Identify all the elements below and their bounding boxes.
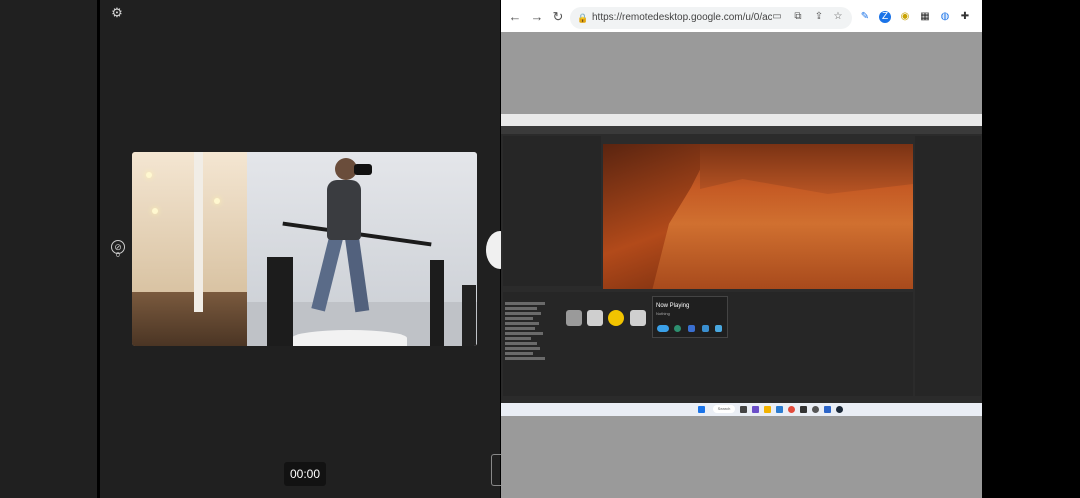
screenshot-icon[interactable]: ⧉ [792,11,804,23]
app-icon[interactable] [800,406,807,413]
video-feed [132,152,477,346]
weather-widget[interactable] [507,404,527,414]
share-icon[interactable]: ⇪ [813,11,825,23]
treadmill-platform [292,330,407,346]
reload-icon[interactable]: ↻ [551,10,565,24]
ceiling-lamp [214,198,220,204]
prefab-icon[interactable] [630,310,646,326]
puzzle-icon[interactable]: ✚ [959,11,971,23]
cloud-icon[interactable] [657,325,669,332]
chrome-icon[interactable] [788,406,795,413]
explorer-icon[interactable] [764,406,771,413]
windows-start-icon[interactable] [698,406,705,413]
app-icon[interactable] [702,325,709,332]
app-icon[interactable] [688,325,695,332]
prefab-icon[interactable] [587,310,603,326]
unity-status-bar [501,396,983,403]
treadmill-post [267,257,293,346]
tab-icon[interactable]: ▭ [771,11,783,23]
app-icon[interactable] [715,325,722,332]
treadmill-post [430,260,444,346]
chat-icon[interactable] [752,406,759,413]
screen-edge [982,0,1080,498]
task-view-icon[interactable] [740,406,747,413]
unity-title-bar [501,114,983,126]
person-torso [327,180,361,240]
extension-z-icon[interactable]: Z [879,11,891,23]
extension-circle-icon[interactable]: ◉ [899,11,911,23]
inspector-panel[interactable] [915,136,981,396]
gear-icon[interactable]: ⚙ [110,6,124,20]
lock-icon[interactable]: 🔒 [577,12,588,24]
panel-divider [97,0,100,498]
back-arrow-icon[interactable]: ← [508,10,522,24]
apps-grid-icon[interactable]: ▦ [919,11,931,23]
now-playing-subtitle: Nothing [656,311,670,316]
pen-icon[interactable]: ✎ [859,11,871,23]
forward-arrow-icon[interactable]: → [530,10,544,24]
participant-count: 0 [116,252,120,259]
steam-icon[interactable] [836,406,843,413]
extension-user-icon[interactable]: ◍ [939,11,951,23]
hierarchy-panel[interactable] [503,136,601,286]
material-icon[interactable] [608,310,624,326]
ceiling-lamp [152,208,158,214]
video-pillar [194,152,203,312]
now-playing-title: Now Playing [656,303,690,309]
star-icon[interactable]: ☆ [832,11,844,23]
app-icon[interactable] [824,406,831,413]
unity-icon[interactable] [812,406,819,413]
url-text[interactable]: https://remotedesktop.google.com/u/0/ac.… [592,7,772,29]
call-timer: 00:00 [284,462,326,486]
taskbar-search[interactable]: Search [713,405,735,413]
edge-icon[interactable] [776,406,783,413]
vr-headset [354,164,372,175]
project-tree[interactable] [505,300,555,394]
treadmill-post [462,285,476,346]
ceiling-lamp [146,172,152,178]
unity-toolbar [501,126,983,134]
video-floor-left [132,292,247,346]
app-icon[interactable] [674,325,681,332]
folder-icon[interactable] [566,310,582,326]
